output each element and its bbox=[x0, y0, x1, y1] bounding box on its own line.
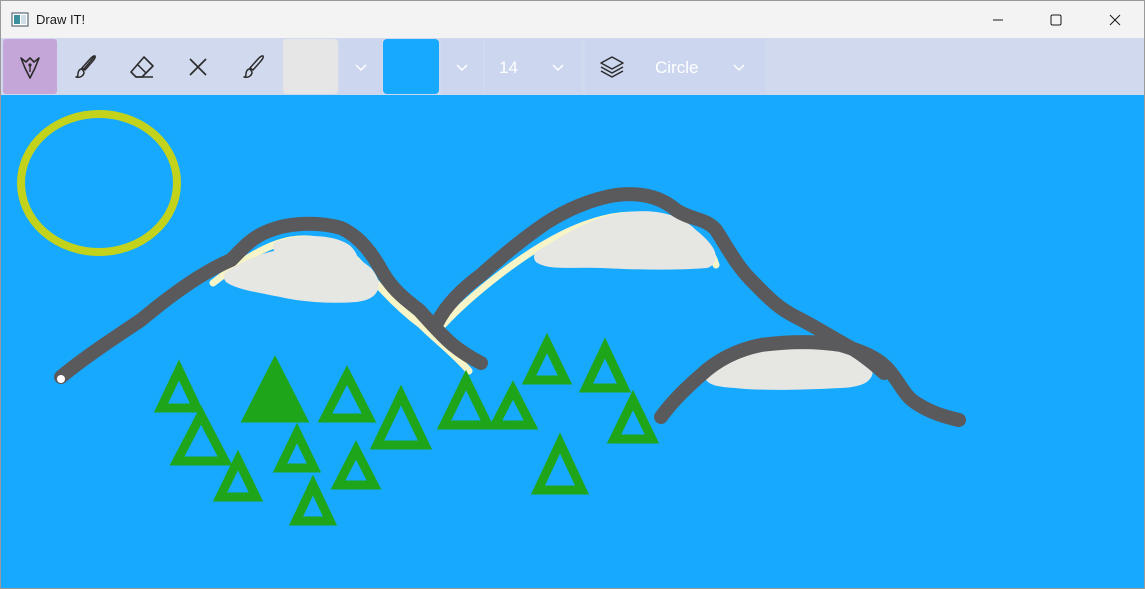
tree-triangle bbox=[317, 365, 377, 423]
tree-filled bbox=[244, 357, 306, 419]
pen-tool-button[interactable] bbox=[3, 39, 57, 94]
canvas-drawing bbox=[17, 110, 966, 526]
drawing-canvas[interactable] bbox=[1, 95, 1144, 588]
stroke-size-value: 14 bbox=[499, 58, 518, 77]
app-icon bbox=[11, 12, 29, 27]
brush-tool-button[interactable] bbox=[59, 39, 113, 94]
fountain-pen-icon bbox=[20, 56, 40, 79]
chevron-down-icon bbox=[456, 63, 468, 71]
close-button[interactable] bbox=[1086, 1, 1144, 38]
stroke-color-dropdown[interactable] bbox=[340, 39, 382, 94]
layers-icon bbox=[600, 56, 624, 78]
tree-group bbox=[153, 332, 660, 526]
tree-triangle bbox=[521, 332, 573, 385]
fill-color-swatch[interactable] bbox=[383, 39, 439, 94]
tree-triangle bbox=[606, 389, 660, 444]
clear-button[interactable] bbox=[171, 39, 225, 94]
minimize-button[interactable] bbox=[969, 1, 1027, 38]
tree-triangle bbox=[530, 432, 590, 495]
stroke-size-select[interactable]: 14 bbox=[485, 39, 581, 94]
tree-triangle bbox=[288, 474, 338, 526]
stroke-tip bbox=[57, 375, 65, 383]
brush-icon bbox=[75, 54, 96, 78]
eraser-tool-button[interactable] bbox=[114, 39, 170, 94]
window-title: Draw IT! bbox=[36, 12, 86, 27]
cloud-stroke bbox=[273, 236, 358, 277]
sun-stroke bbox=[17, 110, 181, 256]
title-bar[interactable]: Draw IT! bbox=[1, 1, 1144, 38]
chevron-down-icon bbox=[355, 63, 367, 71]
app-window: Draw IT! 14 Circle bbox=[0, 0, 1145, 589]
close-icon bbox=[1109, 14, 1121, 25]
tree-triangle bbox=[369, 384, 433, 450]
chevron-down-icon bbox=[733, 64, 745, 72]
minimize-icon bbox=[993, 19, 1003, 20]
paint-brush-button[interactable] bbox=[227, 39, 281, 94]
maximize-button[interactable] bbox=[1027, 1, 1085, 38]
shape-select[interactable]: Circle bbox=[585, 39, 765, 94]
fill-color-dropdown[interactable] bbox=[441, 39, 483, 94]
tree-triangle bbox=[330, 440, 382, 490]
tree-triangle bbox=[169, 405, 233, 466]
chevron-down-icon bbox=[552, 64, 564, 72]
tree-triangle bbox=[578, 337, 632, 393]
brush-icon bbox=[243, 54, 264, 78]
cloud-stroke bbox=[534, 211, 716, 270]
tree-triangle bbox=[436, 369, 496, 430]
shape-select-value: Circle bbox=[655, 58, 699, 77]
eraser-icon bbox=[130, 55, 154, 78]
tree-triangle bbox=[153, 359, 205, 413]
stroke-color-swatch[interactable] bbox=[283, 39, 338, 94]
tree-triangle bbox=[272, 422, 322, 473]
maximize-icon bbox=[1050, 14, 1062, 25]
toolbar: 14 Circle bbox=[1, 38, 1144, 95]
tree-triangle bbox=[212, 449, 264, 502]
close-x-icon bbox=[189, 57, 207, 76]
tree-triangle bbox=[487, 380, 539, 430]
